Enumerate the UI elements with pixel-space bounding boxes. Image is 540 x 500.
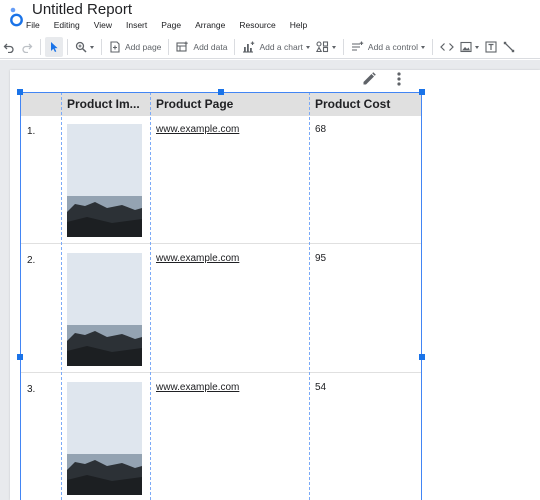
toolbar-divider [234, 39, 236, 55]
chevron-down-icon [90, 45, 94, 49]
add-chart-icon [243, 41, 255, 53]
toolbar-divider [40, 39, 41, 55]
product-page-link[interactable]: www.example.com [156, 124, 239, 135]
text-box-icon [485, 41, 497, 53]
report-title[interactable]: Untitled Report [32, 1, 132, 18]
image-button[interactable] [457, 37, 482, 57]
column-divider[interactable] [309, 92, 310, 500]
toolbar: Add page Add data Add a chart Add a cont… [0, 36, 540, 59]
menu-page[interactable]: Page [161, 20, 181, 30]
menu-arrange[interactable]: Arrange [195, 20, 225, 30]
menu-editing[interactable]: Editing [54, 20, 80, 30]
product-cost: 54 [315, 382, 327, 393]
table-row[interactable]: 1. www.example.com 68 [20, 116, 422, 244]
toolbar-divider [342, 39, 344, 55]
code-brackets-icon [440, 43, 454, 51]
menu-view[interactable]: View [94, 20, 112, 30]
community-visualizations-button[interactable] [313, 37, 339, 57]
line-icon [503, 41, 515, 53]
redo-button[interactable] [18, 37, 36, 57]
product-image [67, 124, 142, 237]
cursor-arrow-icon [51, 42, 58, 52]
add-data-label: Add data [193, 42, 228, 52]
add-control-icon [351, 41, 364, 51]
product-cost: 68 [315, 124, 327, 135]
product-image [67, 253, 142, 366]
chevron-down-icon [421, 45, 426, 49]
add-control-button[interactable]: Add a control [348, 37, 428, 57]
resize-handle-top[interactable] [218, 89, 224, 95]
chevron-down-icon [305, 45, 310, 49]
add-page-icon [110, 41, 120, 53]
toolbar-divider [67, 39, 68, 55]
add-chart-label: Add a chart [259, 42, 303, 52]
looker-studio-logo-icon[interactable] [8, 6, 24, 28]
row-number: 3. [27, 384, 36, 395]
menu-insert[interactable]: Insert [126, 20, 147, 30]
add-chart-button[interactable]: Add a chart [239, 37, 312, 57]
zoom-button[interactable] [72, 37, 97, 57]
product-cost: 95 [315, 253, 327, 264]
menu-file[interactable]: File [26, 20, 40, 30]
app-header: Untitled Report File Editing View Insert… [0, 0, 540, 34]
zoom-icon [75, 41, 87, 53]
undo-icon [3, 43, 14, 53]
column-header-product-image[interactable]: Product Im... [61, 92, 150, 116]
add-data-icon [176, 41, 189, 52]
resize-handle-top-left[interactable] [17, 89, 23, 95]
row-number: 1. [27, 126, 36, 137]
menu-resource[interactable]: Resource [239, 20, 275, 30]
table-row[interactable]: 2. www.example.com 95 [20, 245, 422, 373]
product-page-link[interactable]: www.example.com [156, 253, 239, 264]
column-header-index [20, 92, 61, 116]
add-page-button[interactable]: Add page [106, 37, 164, 57]
menu-help[interactable]: Help [290, 20, 307, 30]
column-divider[interactable] [61, 92, 62, 500]
more-vert-icon[interactable] [394, 71, 404, 87]
chevron-down-icon [475, 45, 480, 49]
select-tool-button[interactable] [45, 37, 63, 57]
product-table[interactable]: Product Im... Product Page Product Cost … [20, 92, 422, 500]
embed-url-button[interactable] [437, 37, 457, 57]
table-header: Product Im... Product Page Product Cost [20, 92, 422, 116]
toolbar-divider [432, 39, 434, 55]
column-divider[interactable] [150, 92, 151, 500]
toolbar-divider [168, 39, 170, 55]
product-page-link[interactable]: www.example.com [156, 382, 239, 393]
image-icon [460, 41, 472, 53]
column-header-product-page[interactable]: Product Page [150, 92, 309, 116]
add-data-button[interactable]: Add data [173, 37, 230, 57]
chevron-down-icon [331, 45, 336, 49]
resize-handle-top-right[interactable] [419, 89, 425, 95]
text-box-button[interactable] [482, 37, 500, 57]
community-visualizations-icon [315, 41, 328, 53]
column-header-product-cost[interactable]: Product Cost [309, 92, 422, 116]
add-page-label: Add page [125, 42, 162, 52]
table-row[interactable]: 3. www.example.com 54 [20, 374, 422, 500]
redo-icon [22, 43, 33, 53]
resize-handle-right[interactable] [419, 354, 425, 360]
add-control-label: Add a control [367, 42, 419, 52]
toolbar-divider [101, 39, 102, 55]
row-number: 2. [27, 255, 36, 266]
line-button[interactable] [500, 37, 518, 57]
edit-pencil-icon[interactable] [361, 71, 377, 87]
menu-bar: File Editing View Insert Page Arrange Re… [26, 20, 321, 30]
product-image [67, 382, 142, 495]
undo-button[interactable] [0, 37, 18, 57]
resize-handle-left[interactable] [17, 354, 23, 360]
